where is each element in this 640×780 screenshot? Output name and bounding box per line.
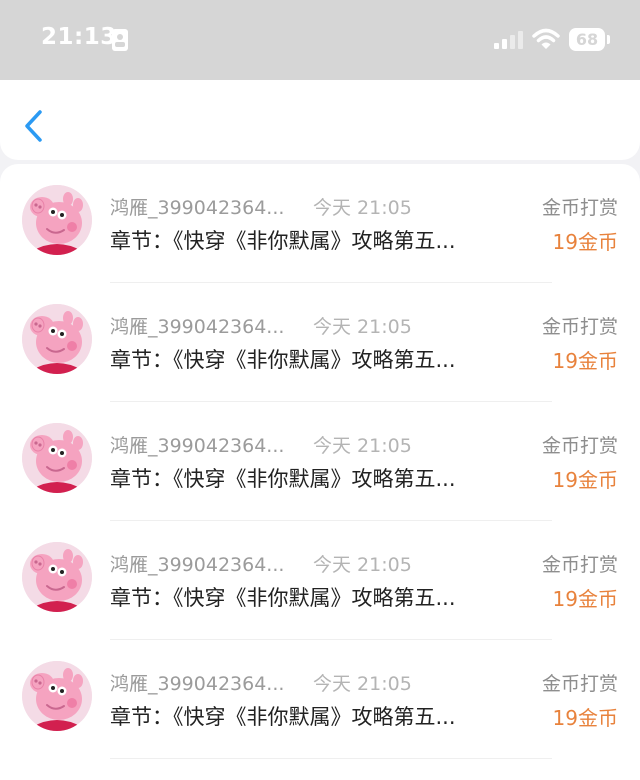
reward-time: 今天 21:05 bbox=[313, 554, 412, 576]
reward-amount: 19金币 bbox=[552, 706, 618, 730]
reward-type: 金币打赏 bbox=[541, 673, 618, 695]
pig-avatar-icon bbox=[22, 423, 92, 493]
reward-time: 今天 21:05 bbox=[313, 435, 412, 457]
signal-icon bbox=[494, 31, 523, 49]
user-name: 鸿雁_399042364... bbox=[110, 316, 285, 338]
reward-time: 今天 21:05 bbox=[313, 316, 412, 338]
pig-avatar-icon bbox=[22, 185, 92, 255]
pig-avatar-icon bbox=[22, 661, 92, 731]
row-divider bbox=[110, 758, 552, 759]
reward-amount: 19金币 bbox=[552, 349, 618, 373]
pig-avatar-icon bbox=[22, 304, 92, 374]
reward-type: 金币打赏 bbox=[541, 435, 618, 457]
user-name: 鸿雁_399042364... bbox=[110, 673, 285, 695]
avatar[interactable] bbox=[22, 661, 92, 731]
chapter-title: 章节：《快穿《非你默属》攻略第五... bbox=[110, 348, 456, 372]
chapter-title: 章节：《快穿《非你默属》攻略第五... bbox=[110, 229, 456, 253]
avatar[interactable] bbox=[22, 185, 92, 255]
user-name: 鸿雁_399042364... bbox=[110, 197, 285, 219]
reward-row[interactable]: 鸿雁_399042364... 今天 21:05 金币打赏 章节：《快穿《非你默… bbox=[0, 640, 640, 759]
wifi-icon bbox=[532, 28, 560, 49]
reward-amount: 19金币 bbox=[552, 230, 618, 254]
reward-row[interactable]: 鸿雁_399042364... 今天 21:05 金币打赏 章节：《快穿《非你默… bbox=[0, 521, 640, 640]
reward-amount: 19金币 bbox=[552, 587, 618, 611]
avatar[interactable] bbox=[22, 542, 92, 612]
chapter-title: 章节：《快穿《非你默属》攻略第五... bbox=[110, 586, 456, 610]
reward-row[interactable]: 鸿雁_399042364... 今天 21:05 金币打赏 章节：《快穿《非你默… bbox=[0, 402, 640, 521]
battery-tip bbox=[607, 35, 610, 44]
battery-icon: 68 bbox=[569, 28, 605, 51]
avatar[interactable] bbox=[22, 423, 92, 493]
pig-avatar-icon bbox=[22, 542, 92, 612]
reward-row[interactable]: 鸿雁_399042364... 今天 21:05 金币打赏 章节：《快穿《非你默… bbox=[0, 283, 640, 402]
nav-bar bbox=[0, 80, 640, 160]
id-card-icon bbox=[112, 29, 128, 51]
reward-time: 今天 21:05 bbox=[313, 197, 412, 219]
chapter-title: 章节：《快穿《非你默属》攻略第五... bbox=[110, 705, 456, 729]
user-name: 鸿雁_399042364... bbox=[110, 435, 285, 457]
reward-type: 金币打赏 bbox=[541, 197, 618, 219]
user-name: 鸿雁_399042364... bbox=[110, 554, 285, 576]
status-bar: 21:13 68 bbox=[0, 0, 640, 80]
chapter-title: 章节：《快穿《非你默属》攻略第五... bbox=[110, 467, 456, 491]
status-time: 21:13 bbox=[41, 24, 117, 50]
chevron-left-icon[interactable] bbox=[22, 108, 46, 144]
avatar[interactable] bbox=[22, 304, 92, 374]
reward-row[interactable]: 鸿雁_399042364... 今天 21:05 金币打赏 章节：《快穿《非你默… bbox=[0, 164, 640, 283]
reward-list: 鸿雁_399042364... 今天 21:05 金币打赏 章节：《快穿《非你默… bbox=[0, 164, 640, 780]
reward-time: 今天 21:05 bbox=[313, 673, 412, 695]
reward-amount: 19金币 bbox=[552, 468, 618, 492]
reward-type: 金币打赏 bbox=[541, 554, 618, 576]
reward-type: 金币打赏 bbox=[541, 316, 618, 338]
